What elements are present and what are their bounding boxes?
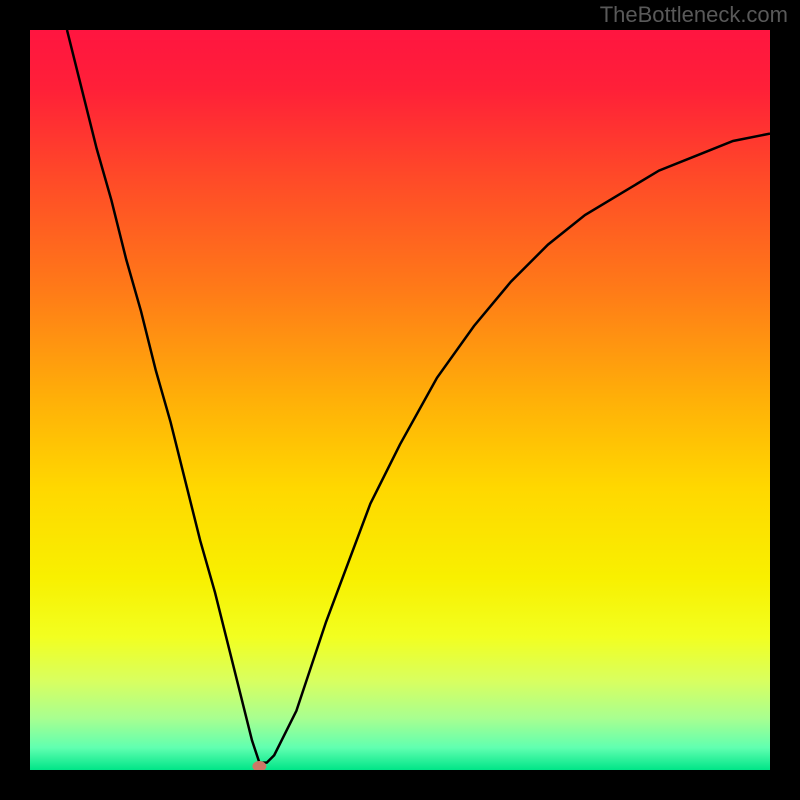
watermark: TheBottleneck.com <box>600 2 788 28</box>
chart-frame <box>30 30 770 770</box>
chart-svg <box>30 30 770 770</box>
gradient-background <box>30 30 770 770</box>
